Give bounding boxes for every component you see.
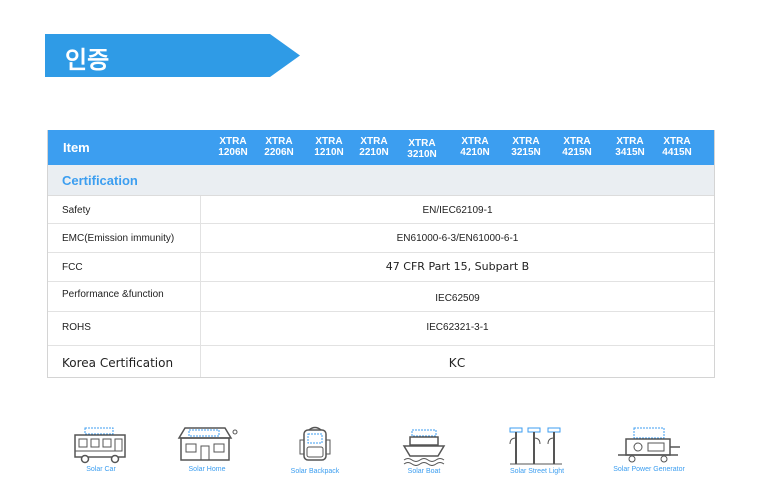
model-header: XTRA 4215N (562, 136, 592, 158)
solar-boat-icon (402, 429, 446, 466)
solar-backpack-icon (299, 426, 331, 461)
table-row: Safety EN/IEC62109-1 (48, 196, 714, 224)
certification-table: Item XTRA 1206N XTRA 2206N XTRA 1210N XTRA 2… (47, 130, 715, 378)
row-value: IEC62321-3-1 (426, 322, 489, 333)
row-value: EN/IEC62109-1 (422, 205, 493, 216)
row-label: Performance &function (62, 289, 164, 300)
model-header: XTRA 4415N (662, 136, 692, 158)
row-label: ROHS (62, 322, 91, 333)
application-caption: Solar Backpack (290, 468, 340, 475)
row-value: KC (448, 356, 467, 370)
table-header: Item XTRA 1206N XTRA 2206N XTRA 1210N XTRA 2… (48, 130, 714, 165)
item-header: Item (63, 140, 90, 155)
table-row: ROHS IEC62321-3-1 (48, 312, 714, 346)
solar-car-icon (74, 427, 126, 464)
solar-boat-item: Solar Boat (396, 424, 452, 475)
section-title: Certification (62, 173, 138, 188)
application-caption: Solar Car (86, 466, 116, 473)
row-value: EN61000-6-3/EN61000-6-1 (396, 233, 519, 244)
solar-street-light-item: Solar Street Light (502, 424, 572, 475)
solar-power-generator-item: Solar Power Generator (606, 424, 692, 473)
row-label: FCC (62, 262, 83, 273)
table-row: Performance &function IEC62509 (48, 282, 714, 312)
application-caption: Solar Street Light (509, 468, 565, 475)
row-value: 47 CFR Part 15, Subpart B (385, 260, 530, 273)
model-header: XTRA 3210N (407, 138, 437, 160)
solar-street-light-icon (509, 427, 562, 465)
table-row: FCC 47 CFR Part 15, Subpart B (48, 253, 714, 282)
row-value: IEC62509 (435, 293, 480, 304)
solar-power-generator-icon (618, 427, 680, 463)
solar-car-item: Solar Car (70, 424, 132, 473)
solar-backpack-item: Solar Backpack (284, 424, 346, 475)
section-banner: 인증 (45, 34, 300, 77)
application-caption: Solar Home (188, 466, 226, 473)
row-label: EMC(Emission immunity) (62, 233, 175, 244)
page-title: 인증 (65, 46, 110, 74)
solar-home-item: Solar Home (172, 424, 242, 473)
section-row: Certification (48, 165, 714, 196)
table-row: EMC(Emission immunity) EN61000-6-3/EN610… (48, 224, 714, 253)
row-label: Korea Certification (62, 356, 174, 370)
table-row: Korea Certification KC (48, 346, 714, 377)
solar-home-icon (177, 427, 238, 461)
application-caption: Solar Boat (407, 468, 441, 475)
application-icons: Solar Car Solar Home Solar Backpack Sola… (0, 424, 760, 484)
row-label: Safety (62, 205, 91, 216)
application-caption: Solar Power Generator (613, 466, 685, 473)
